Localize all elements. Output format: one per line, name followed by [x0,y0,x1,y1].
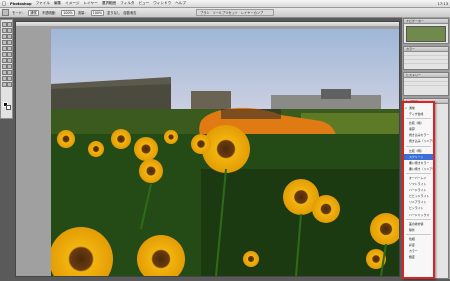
navigator-thumbnail[interactable] [406,26,446,42]
type-tool-icon[interactable] [7,64,12,69]
menu-separator [406,218,431,220]
magic-wand-tool-icon[interactable] [7,28,12,33]
blend-mode-option[interactable]: 覆い焼き（リニア） [404,166,433,172]
menu-select[interactable]: 選択範囲 [100,1,118,6]
palette-well: ブラシ ツールプリセット レイヤーカンプ [196,9,274,16]
history-brush-icon[interactable] [7,46,12,51]
mode-select[interactable]: 通常 [28,9,39,16]
blend-mode-option[interactable]: 除外 [404,227,433,233]
navigator-panel: ナビゲーター [403,18,449,44]
blend-mode-option[interactable]: 焼き込み（リニア） [404,138,433,144]
mode-label: モード： [12,11,26,15]
menu-extras: 17:13 [438,0,448,8]
menu-filter[interactable]: フィルタ [118,1,136,6]
background-color-swatch[interactable] [6,105,11,110]
history-row[interactable] [404,82,448,86]
blend-mode-option[interactable]: 輝度 [404,254,433,260]
color-slider-b[interactable] [404,60,448,64]
auto-erase-checkbox[interactable]: 自動消去 [123,10,136,15]
move-tool-icon[interactable] [7,22,12,27]
blend-mode-option[interactable]: ハードミックス [404,212,433,218]
menu-window[interactable]: ウィンドウ [151,1,173,6]
photo-image [51,29,399,276]
options-bar: モード： 通常 不透明度： 100% 流量： 100% 塗りなし 自動消去 ブラ… [0,8,450,18]
shape-tool-icon[interactable] [7,70,12,75]
document-title[interactable] [16,22,399,26]
apple-icon[interactable]:  [0,1,8,7]
flow-label: 流量： [77,11,88,15]
blend-mode-popup-menu: 通常ディザ合成比較（暗）乗算焼き込みカラー焼き込み（リニア）比較（明）スクリーン… [402,101,435,279]
menu-separator [406,233,431,235]
menu-help[interactable]: ヘルプ [173,1,188,6]
menu-bar:  Photoshop ファイル 編集 イメージ レイヤー 選択範囲 フィルタ … [0,0,450,8]
palette-tab-brush[interactable]: ブラシ [200,10,210,15]
brush-tool-icon[interactable] [7,40,12,45]
photo-canvas[interactable] [51,29,399,276]
opacity-field[interactable]: 100% [61,9,75,16]
clock-text: 17:13 [437,2,448,6]
fill-none-checkbox[interactable]: 塗りなし [107,10,120,15]
zoom-tool-icon[interactable] [7,82,12,87]
flow-field[interactable]: 100% [90,9,105,16]
slice-tool-icon[interactable] [7,34,12,39]
blend-mode-option[interactable]: ディザ合成 [404,111,433,117]
eyedropper-tool-icon[interactable] [7,76,12,81]
menu-view[interactable]: ビュー [136,1,151,6]
dodge-tool-icon[interactable] [7,58,12,63]
menu-separator [406,118,431,120]
document-window [15,21,400,277]
menu-separator [406,145,431,147]
tab-navigator[interactable]: ナビゲーター [404,19,448,24]
gradient-tool-icon[interactable] [7,52,12,57]
menu-edit[interactable]: 編集 [52,1,63,6]
toolbox [0,19,13,119]
tool-preset-icon[interactable] [2,9,9,16]
history-panel: ヒストリー [403,72,449,96]
opacity-label: 不透明度： [41,11,59,15]
menu-file[interactable]: ファイル [34,1,52,6]
palette-tab-tool-presets[interactable]: ツールプリセット [213,10,239,15]
menu-layer[interactable]: レイヤー [81,1,99,6]
menu-image[interactable]: イメージ [63,1,81,6]
palette-tab-layer-comps[interactable]: レイヤーカンプ [241,10,263,15]
menu-photoshop[interactable]: Photoshop [8,2,34,6]
color-panel: カラー [403,46,449,70]
menu-separator [406,172,431,174]
